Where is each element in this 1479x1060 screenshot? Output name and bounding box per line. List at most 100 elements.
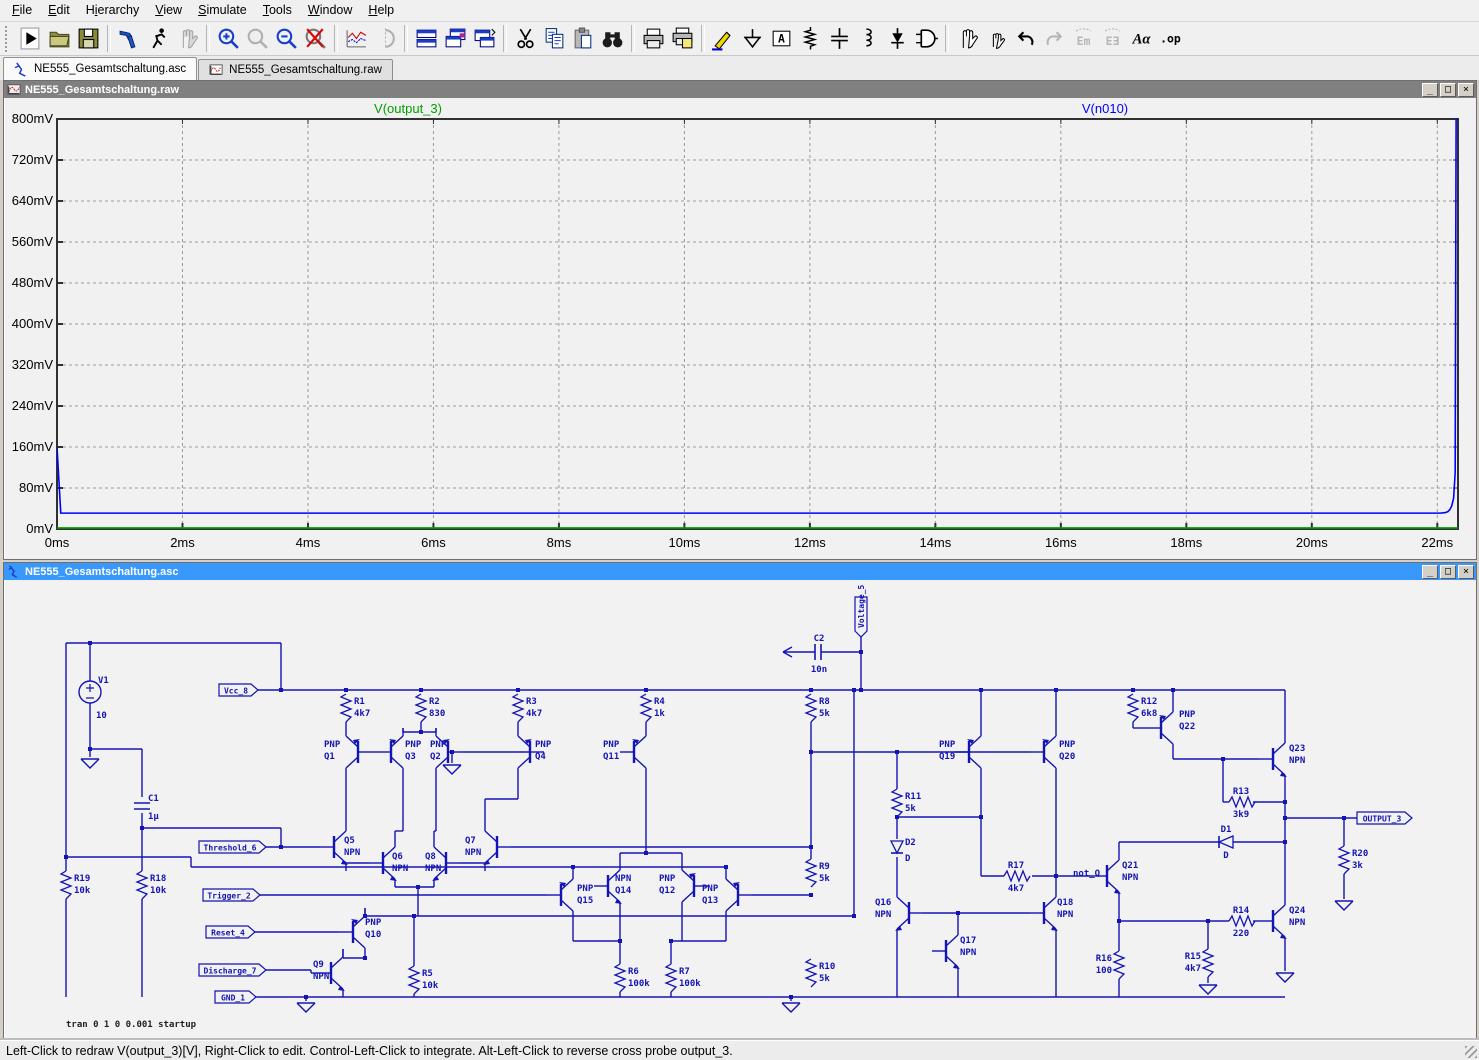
menu-help[interactable]: Help (360, 1, 402, 20)
toolbar-grip[interactable] (5, 26, 12, 52)
flag-trigger-2[interactable]: Trigger_2 (203, 889, 260, 901)
drag-icon[interactable] (982, 24, 1011, 53)
component-R20[interactable] (1339, 846, 1349, 874)
component-R18[interactable] (137, 871, 147, 899)
menu-window[interactable]: Window (300, 1, 360, 20)
undo-icon[interactable] (1011, 24, 1040, 53)
menu-edit[interactable]: Edit (40, 1, 78, 20)
copy-icon[interactable] (540, 24, 569, 53)
redo-icon[interactable] (1040, 24, 1069, 53)
component-D1[interactable] (1219, 836, 1233, 848)
autorange-icon[interactable] (342, 24, 371, 53)
tab-NE555_Gesamtschaltung.raw[interactable]: NE555_Gesamtschaltung.raw (198, 59, 393, 80)
flag-reset-4[interactable]: Reset_4 (206, 926, 255, 938)
component-Q24[interactable] (1259, 897, 1287, 945)
component-R11[interactable] (892, 789, 902, 817)
component-Q15[interactable] (547, 871, 573, 919)
component-Q1[interactable] (346, 728, 372, 776)
menu-simulate[interactable]: Simulate (190, 1, 255, 20)
zoom-back-icon[interactable] (243, 24, 272, 53)
menu-tools[interactable]: Tools (255, 1, 300, 20)
component-R9[interactable] (806, 859, 816, 887)
zoom-in-icon[interactable] (214, 24, 243, 53)
ground-icon[interactable] (738, 24, 767, 53)
component-Q18[interactable] (1030, 889, 1058, 937)
print-icon[interactable] (639, 24, 668, 53)
schematic-canvas[interactable]: R14k7R2830R34k7R41kR85kR126k8R115kR95kR1… (5, 581, 1475, 1040)
menu-view[interactable]: View (147, 1, 190, 20)
run-icon[interactable] (16, 24, 45, 53)
move-icon[interactable] (953, 24, 982, 53)
waveform-minimize-button[interactable]: _ (1422, 83, 1438, 97)
component-R13[interactable] (1229, 797, 1255, 807)
component-R3[interactable] (513, 694, 523, 722)
flag-vcc-8[interactable]: Vcc_8 (219, 684, 258, 696)
flag-discharge-7[interactable]: Discharge_7 (199, 964, 266, 976)
component-Q20[interactable] (1030, 728, 1056, 776)
tile-horizontal-icon[interactable] (412, 24, 441, 53)
component-Q10[interactable] (339, 908, 365, 956)
resistor-icon[interactable] (796, 24, 825, 53)
spice-directive-text[interactable]: tran 0 1 0 0.001 startup (66, 1020, 197, 1030)
component-Q11[interactable] (620, 728, 646, 776)
component-R16[interactable] (1114, 951, 1124, 979)
component-R15[interactable] (1203, 949, 1213, 977)
component-Q6[interactable] (369, 839, 397, 887)
zoom-out-icon[interactable] (272, 24, 301, 53)
component-R4[interactable] (641, 694, 651, 722)
flag-voltage-5[interactable]: Voltage_5 (855, 584, 867, 637)
component-R1[interactable] (341, 694, 351, 722)
save-icon[interactable] (74, 24, 103, 53)
mirror-icon[interactable]: Em (1069, 24, 1098, 53)
component-icon[interactable] (912, 24, 941, 53)
tab-NE555_Gesamtschaltung.asc[interactable]: NE555_Gesamtschaltung.asc (3, 57, 197, 80)
component-Q13[interactable] (726, 871, 752, 919)
component-D2[interactable] (891, 841, 903, 853)
legend-V(n010)[interactable]: V(n010) (1082, 101, 1128, 116)
component-R17[interactable] (1004, 871, 1030, 881)
print-preview-icon[interactable] (668, 24, 697, 53)
component-R10[interactable] (806, 959, 816, 987)
schematic-close-button[interactable]: × (1458, 565, 1474, 579)
control-panel-icon[interactable] (115, 24, 144, 53)
waveform-close-button[interactable]: × (1458, 83, 1474, 97)
waveform-maximize-button[interactable]: □ (1440, 83, 1456, 97)
waveform-window-titlebar[interactable]: NE555_Gesamtschaltung.raw _ □ × (4, 81, 1476, 98)
schematic-maximize-button[interactable]: □ (1440, 565, 1456, 579)
tile-vertical-icon[interactable] (470, 24, 499, 53)
component-R14[interactable] (1229, 916, 1255, 926)
component-R12[interactable] (1128, 694, 1138, 722)
inductor-icon[interactable] (854, 24, 883, 53)
waveform-plot[interactable]: V(output_3)V(n010)0mV80mV160mV240mV320mV… (5, 99, 1475, 558)
component-R19[interactable] (61, 871, 71, 899)
component-Q5[interactable] (320, 823, 348, 871)
component-R5[interactable] (409, 966, 419, 994)
pan-icon[interactable] (173, 24, 202, 53)
component-Q8[interactable] (432, 839, 460, 887)
component-R8[interactable] (806, 694, 816, 722)
open-icon[interactable] (45, 24, 74, 53)
component-Q7[interactable] (483, 823, 511, 871)
component-Q23[interactable] (1259, 735, 1287, 783)
label-net-icon[interactable]: A (767, 24, 796, 53)
flag-output-3[interactable]: OUTPUT_3 (1357, 812, 1412, 824)
zoom-full-extents-icon[interactable] (301, 24, 330, 53)
cut-icon[interactable] (511, 24, 540, 53)
schematic-window-titlebar[interactable]: NE555_Gesamtschaltung.asc _ □ × (4, 563, 1476, 580)
flag-gnd-1[interactable]: GND_1 (215, 991, 256, 1003)
paste-icon[interactable] (569, 24, 598, 53)
component-R6[interactable] (615, 964, 625, 992)
component-Q17[interactable] (932, 927, 960, 975)
component-Q16[interactable] (895, 889, 923, 937)
resize-grip[interactable] (1465, 1046, 1477, 1058)
component-Q3[interactable] (377, 728, 403, 776)
find-icon[interactable] (598, 24, 627, 53)
flag-threshold-6[interactable]: Threshold_6 (199, 841, 266, 853)
fft-icon[interactable] (371, 24, 400, 53)
rotate-icon[interactable]: EƎ (1098, 24, 1127, 53)
spice-directive-icon[interactable]: .op (1156, 24, 1185, 53)
halt-icon[interactable] (144, 24, 173, 53)
capacitor-icon[interactable] (825, 24, 854, 53)
component-C2[interactable] (815, 644, 821, 660)
text-icon[interactable]: Aα (1127, 24, 1156, 53)
